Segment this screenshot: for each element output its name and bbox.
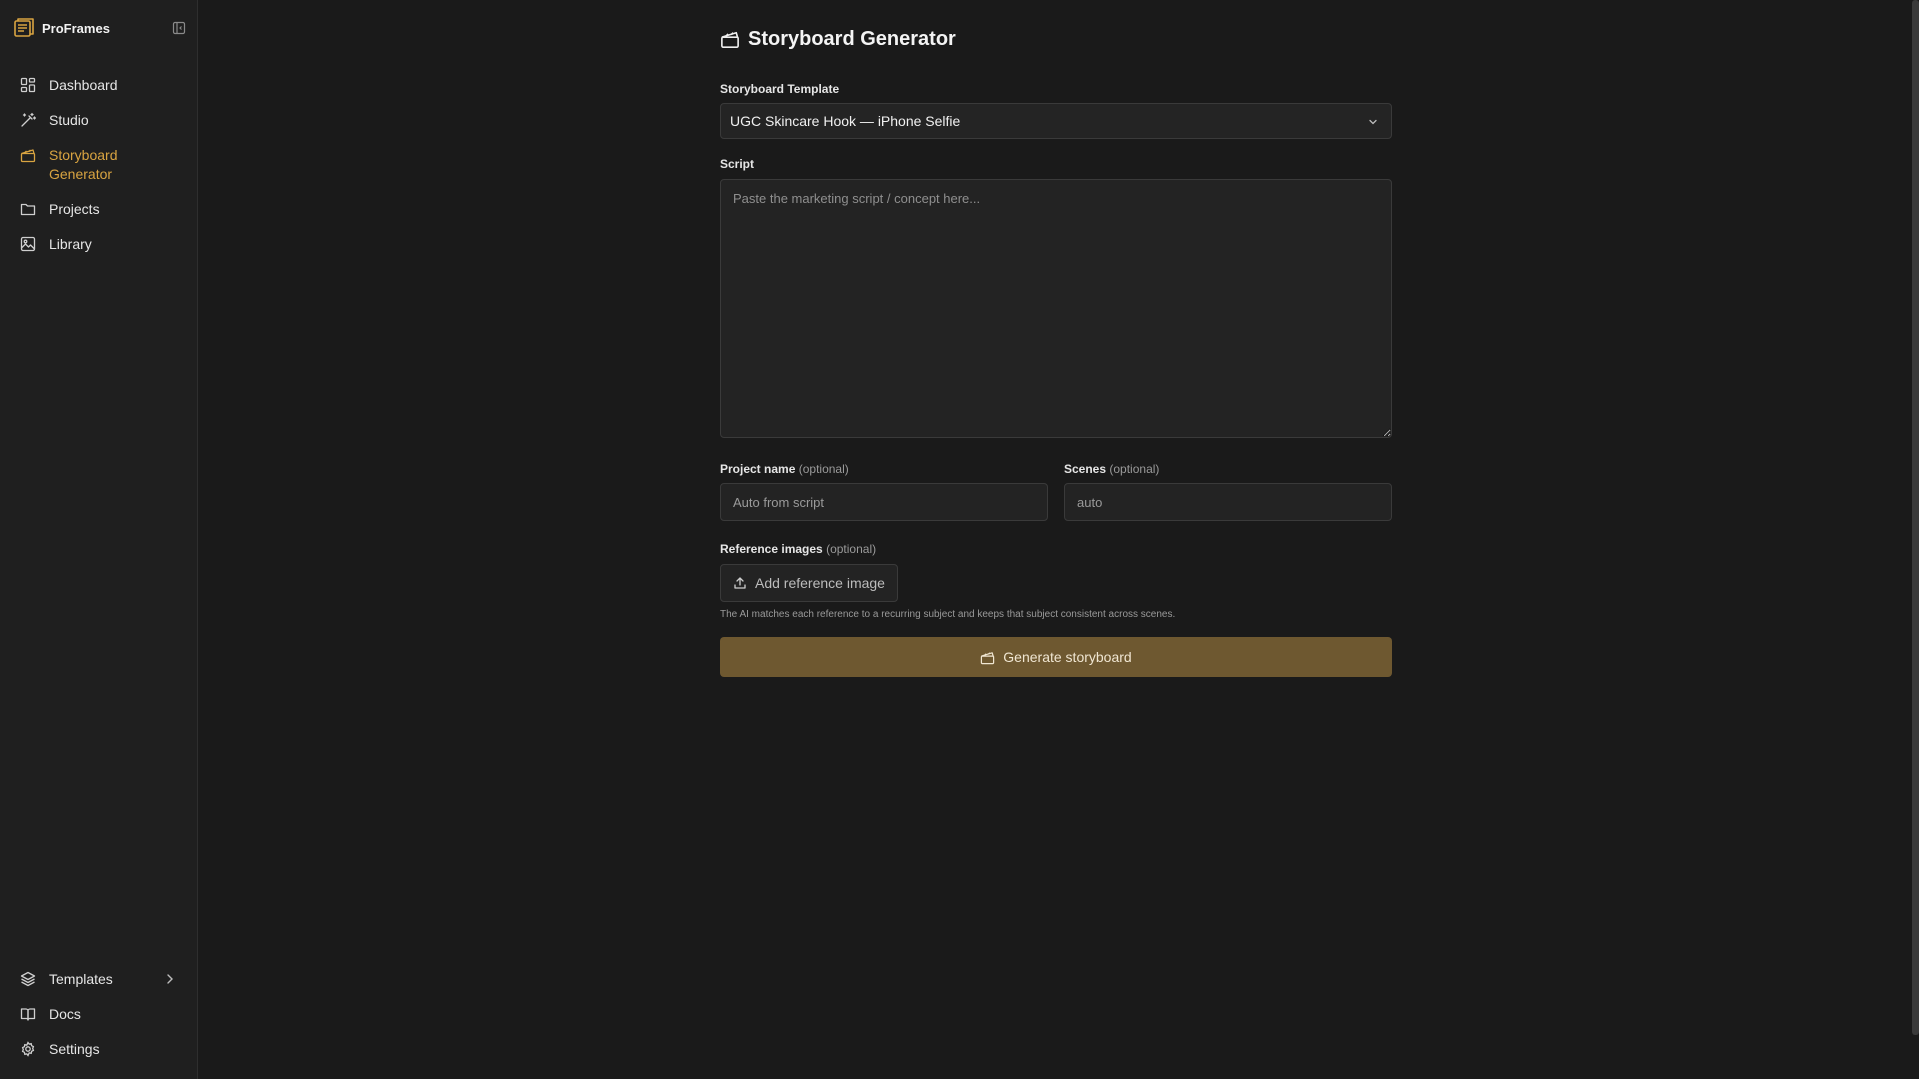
project-name-label: Project name (optional) bbox=[720, 462, 849, 476]
sidebar-item-label: Studio bbox=[49, 112, 89, 128]
generate-storyboard-button[interactable]: Generate storyboard bbox=[720, 637, 1392, 677]
sidebar-item-label: Docs bbox=[49, 1006, 81, 1022]
app-window: ProFrames Dashboard Studio Storyboard Ge… bbox=[0, 0, 1919, 1079]
book-icon bbox=[20, 1006, 36, 1022]
page-header: Storyboard Generator bbox=[720, 24, 1392, 54]
sidebar-item-label: Library bbox=[49, 236, 92, 252]
image-icon bbox=[20, 236, 36, 252]
template-select-value: UGC Skincare Hook — iPhone Selfie bbox=[730, 113, 961, 129]
upload-icon bbox=[733, 576, 747, 590]
project-name-field: Project name (optional) bbox=[720, 460, 1048, 521]
sidebar-item-docs[interactable]: Docs bbox=[0, 997, 198, 1032]
scenes-field: Scenes (optional) bbox=[1064, 460, 1392, 521]
sidebar-item-label: Storyboard Generator bbox=[49, 147, 118, 182]
collapse-sidebar-icon[interactable] bbox=[172, 21, 186, 35]
sidebar-nav: Dashboard Studio Storyboard Generator Pr… bbox=[0, 68, 198, 262]
sidebar-item-studio[interactable]: Studio bbox=[0, 103, 198, 138]
sidebar-item-library[interactable]: Library bbox=[0, 227, 198, 262]
script-label: Script bbox=[720, 157, 755, 171]
dashboard-icon bbox=[20, 77, 36, 93]
page-scrollbar[interactable] bbox=[1912, 0, 1919, 1035]
template-field: Storyboard Template UGC Skincare Hook — … bbox=[720, 80, 1392, 139]
scenes-label: Scenes (optional) bbox=[1064, 462, 1160, 476]
clapperboard-icon bbox=[980, 650, 995, 665]
sidebar: ProFrames Dashboard Studio Storyboard Ge… bbox=[0, 0, 198, 1079]
reference-images-label: Reference images (optional) bbox=[720, 542, 877, 556]
script-field: Script bbox=[720, 155, 1392, 438]
sidebar-item-label: Settings bbox=[49, 1041, 100, 1057]
project-scenes-row: Project name (optional) Scenes (optional… bbox=[720, 460, 1392, 521]
wand-icon bbox=[20, 112, 36, 128]
gear-icon bbox=[20, 1041, 36, 1057]
layers-icon bbox=[20, 971, 36, 987]
add-reference-image-button[interactable]: Add reference image bbox=[720, 564, 898, 602]
sidebar-item-projects[interactable]: Projects bbox=[0, 192, 198, 227]
clapperboard-icon bbox=[720, 29, 740, 49]
sidebar-item-label: Dashboard bbox=[49, 77, 118, 93]
folder-icon bbox=[20, 201, 36, 217]
main-content: Storyboard Generator Storyboard Template… bbox=[198, 0, 1919, 1079]
clapperboard-icon bbox=[20, 147, 36, 163]
storyboard-form: Storyboard Generator Storyboard Template… bbox=[720, 24, 1392, 677]
chevron-right-icon bbox=[164, 972, 176, 986]
sidebar-item-label: Projects bbox=[49, 201, 100, 217]
project-name-input[interactable] bbox=[720, 483, 1048, 521]
sidebar-item-settings[interactable]: Settings bbox=[0, 1032, 198, 1067]
page-title: Storyboard Generator bbox=[748, 27, 956, 50]
sidebar-item-label: Templates bbox=[49, 971, 113, 987]
brand-name: ProFrames bbox=[42, 20, 110, 36]
sidebar-bottom-nav: Templates Docs Settings bbox=[0, 962, 198, 1067]
reference-images-hint: The AI matches each reference to a recur… bbox=[720, 609, 1176, 620]
sidebar-item-storyboard-generator[interactable]: Storyboard Generator bbox=[0, 138, 198, 192]
brand[interactable]: ProFrames bbox=[12, 16, 186, 40]
sidebar-item-dashboard[interactable]: Dashboard bbox=[0, 68, 198, 103]
proframes-logo-icon bbox=[12, 16, 36, 40]
template-select[interactable]: UGC Skincare Hook — iPhone Selfie bbox=[720, 103, 1392, 139]
add-reference-image-label: Add reference image bbox=[755, 575, 885, 591]
sidebar-item-templates[interactable]: Templates bbox=[0, 962, 198, 997]
template-label: Storyboard Template bbox=[720, 82, 840, 96]
generate-storyboard-label: Generate storyboard bbox=[1003, 649, 1132, 665]
scenes-input[interactable] bbox=[1064, 483, 1392, 521]
reference-images-field: Reference images (optional) Add referenc… bbox=[720, 540, 1392, 620]
chevron-down-icon bbox=[1367, 116, 1379, 128]
script-textarea[interactable] bbox=[720, 179, 1392, 438]
